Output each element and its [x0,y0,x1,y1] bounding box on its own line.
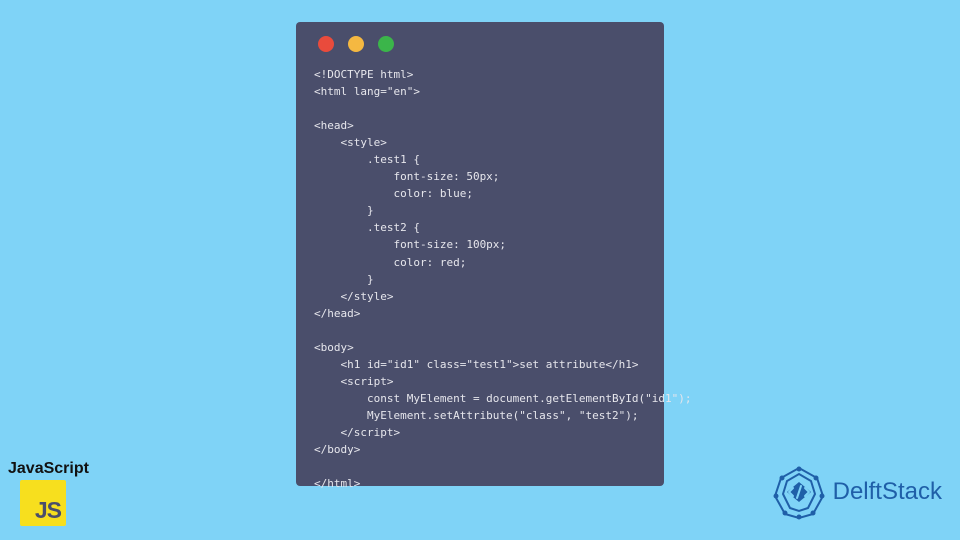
delftstack-branding: DelftStack [771,464,942,520]
delftstack-text: DelftStack [833,478,942,506]
code-content: <!DOCTYPE html> <html lang="en"> <head> … [314,66,646,492]
code-window: <!DOCTYPE html> <html lang="en"> <head> … [296,22,664,486]
close-icon [318,36,334,52]
delftstack-logo-icon [771,464,827,520]
minimize-icon [348,36,364,52]
javascript-logo-icon: JS [20,480,66,526]
javascript-badge: JavaScript JS [8,460,89,526]
javascript-label: JavaScript [8,460,89,478]
window-traffic-lights [318,36,646,52]
maximize-icon [378,36,394,52]
javascript-logo-text: JS [35,497,61,524]
